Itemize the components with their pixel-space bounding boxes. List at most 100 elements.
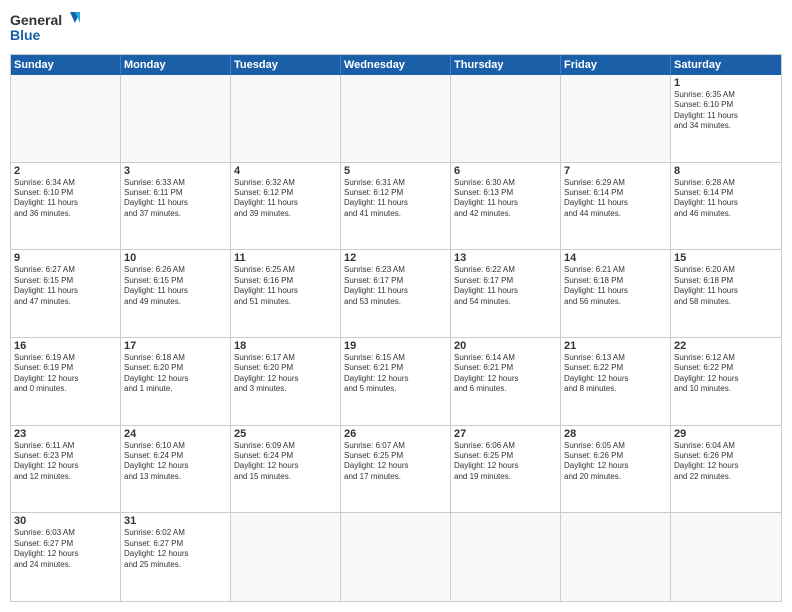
cal-cell: 28Sunrise: 6:05 AM Sunset: 6:26 PM Dayli…: [561, 426, 671, 513]
cal-cell: [231, 75, 341, 162]
day-number: 26: [344, 428, 447, 440]
cal-cell: 30Sunrise: 6:03 AM Sunset: 6:27 PM Dayli…: [11, 513, 121, 601]
cal-cell: 22Sunrise: 6:12 AM Sunset: 6:22 PM Dayli…: [671, 338, 781, 425]
day-info: Sunrise: 6:05 AM Sunset: 6:26 PM Dayligh…: [564, 441, 667, 483]
cal-cell: 12Sunrise: 6:23 AM Sunset: 6:17 PM Dayli…: [341, 250, 451, 337]
day-info: Sunrise: 6:31 AM Sunset: 6:12 PM Dayligh…: [344, 178, 447, 220]
cal-cell: [341, 513, 451, 601]
cal-cell: [451, 513, 561, 601]
day-number: 13: [454, 252, 557, 264]
cal-cell: 14Sunrise: 6:21 AM Sunset: 6:18 PM Dayli…: [561, 250, 671, 337]
cal-cell: 24Sunrise: 6:10 AM Sunset: 6:24 PM Dayli…: [121, 426, 231, 513]
day-number: 5: [344, 165, 447, 177]
day-number: 20: [454, 340, 557, 352]
day-number: 15: [674, 252, 778, 264]
cal-cell: [561, 513, 671, 601]
day-info: Sunrise: 6:21 AM Sunset: 6:18 PM Dayligh…: [564, 265, 667, 307]
cal-cell: 8Sunrise: 6:28 AM Sunset: 6:14 PM Daylig…: [671, 163, 781, 250]
cal-cell: 18Sunrise: 6:17 AM Sunset: 6:20 PM Dayli…: [231, 338, 341, 425]
cal-cell: 25Sunrise: 6:09 AM Sunset: 6:24 PM Dayli…: [231, 426, 341, 513]
cal-cell: 23Sunrise: 6:11 AM Sunset: 6:23 PM Dayli…: [11, 426, 121, 513]
cal-cell: [561, 75, 671, 162]
day-number: 19: [344, 340, 447, 352]
cal-cell: 15Sunrise: 6:20 AM Sunset: 6:18 PM Dayli…: [671, 250, 781, 337]
header: General Blue: [10, 10, 782, 48]
day-info: Sunrise: 6:06 AM Sunset: 6:25 PM Dayligh…: [454, 441, 557, 483]
weekday-header-monday: Monday: [121, 55, 231, 75]
cal-cell: 31Sunrise: 6:02 AM Sunset: 6:27 PM Dayli…: [121, 513, 231, 601]
day-number: 10: [124, 252, 227, 264]
day-number: 30: [14, 515, 117, 527]
day-info: Sunrise: 6:11 AM Sunset: 6:23 PM Dayligh…: [14, 441, 117, 483]
day-number: 7: [564, 165, 667, 177]
day-number: 31: [124, 515, 227, 527]
cal-cell: 7Sunrise: 6:29 AM Sunset: 6:14 PM Daylig…: [561, 163, 671, 250]
cal-cell: [671, 513, 781, 601]
logo: General Blue: [10, 10, 80, 48]
day-number: 21: [564, 340, 667, 352]
cal-cell: 21Sunrise: 6:13 AM Sunset: 6:22 PM Dayli…: [561, 338, 671, 425]
day-number: 29: [674, 428, 778, 440]
day-info: Sunrise: 6:17 AM Sunset: 6:20 PM Dayligh…: [234, 353, 337, 395]
day-number: 27: [454, 428, 557, 440]
svg-text:Blue: Blue: [10, 27, 41, 43]
day-number: 2: [14, 165, 117, 177]
day-info: Sunrise: 6:34 AM Sunset: 6:10 PM Dayligh…: [14, 178, 117, 220]
weekday-header-sunday: Sunday: [11, 55, 121, 75]
cal-cell: 3Sunrise: 6:33 AM Sunset: 6:11 PM Daylig…: [121, 163, 231, 250]
day-info: Sunrise: 6:30 AM Sunset: 6:13 PM Dayligh…: [454, 178, 557, 220]
weekday-header-thursday: Thursday: [451, 55, 561, 75]
day-number: 18: [234, 340, 337, 352]
svg-text:General: General: [10, 12, 62, 28]
cal-cell: 16Sunrise: 6:19 AM Sunset: 6:19 PM Dayli…: [11, 338, 121, 425]
day-info: Sunrise: 6:10 AM Sunset: 6:24 PM Dayligh…: [124, 441, 227, 483]
day-info: Sunrise: 6:09 AM Sunset: 6:24 PM Dayligh…: [234, 441, 337, 483]
day-number: 24: [124, 428, 227, 440]
weekday-header-tuesday: Tuesday: [231, 55, 341, 75]
weekday-header-wednesday: Wednesday: [341, 55, 451, 75]
day-info: Sunrise: 6:29 AM Sunset: 6:14 PM Dayligh…: [564, 178, 667, 220]
day-info: Sunrise: 6:13 AM Sunset: 6:22 PM Dayligh…: [564, 353, 667, 395]
day-number: 16: [14, 340, 117, 352]
cal-cell: [231, 513, 341, 601]
weekday-header-saturday: Saturday: [671, 55, 781, 75]
day-info: Sunrise: 6:14 AM Sunset: 6:21 PM Dayligh…: [454, 353, 557, 395]
cal-cell: 17Sunrise: 6:18 AM Sunset: 6:20 PM Dayli…: [121, 338, 231, 425]
cal-cell: 6Sunrise: 6:30 AM Sunset: 6:13 PM Daylig…: [451, 163, 561, 250]
cal-cell: 20Sunrise: 6:14 AM Sunset: 6:21 PM Dayli…: [451, 338, 561, 425]
calendar-header: SundayMondayTuesdayWednesdayThursdayFrid…: [11, 55, 781, 75]
cal-cell: [451, 75, 561, 162]
cal-cell: 19Sunrise: 6:15 AM Sunset: 6:21 PM Dayli…: [341, 338, 451, 425]
calendar-row-0: 1Sunrise: 6:35 AM Sunset: 6:10 PM Daylig…: [11, 75, 781, 163]
day-info: Sunrise: 6:07 AM Sunset: 6:25 PM Dayligh…: [344, 441, 447, 483]
cal-cell: 2Sunrise: 6:34 AM Sunset: 6:10 PM Daylig…: [11, 163, 121, 250]
day-number: 14: [564, 252, 667, 264]
day-info: Sunrise: 6:26 AM Sunset: 6:15 PM Dayligh…: [124, 265, 227, 307]
calendar-row-4: 23Sunrise: 6:11 AM Sunset: 6:23 PM Dayli…: [11, 426, 781, 514]
cal-cell: 4Sunrise: 6:32 AM Sunset: 6:12 PM Daylig…: [231, 163, 341, 250]
day-number: 1: [674, 77, 778, 89]
day-info: Sunrise: 6:04 AM Sunset: 6:26 PM Dayligh…: [674, 441, 778, 483]
day-info: Sunrise: 6:22 AM Sunset: 6:17 PM Dayligh…: [454, 265, 557, 307]
cal-cell: 1Sunrise: 6:35 AM Sunset: 6:10 PM Daylig…: [671, 75, 781, 162]
calendar-body: 1Sunrise: 6:35 AM Sunset: 6:10 PM Daylig…: [11, 75, 781, 601]
day-info: Sunrise: 6:19 AM Sunset: 6:19 PM Dayligh…: [14, 353, 117, 395]
day-info: Sunrise: 6:25 AM Sunset: 6:16 PM Dayligh…: [234, 265, 337, 307]
cal-cell: 29Sunrise: 6:04 AM Sunset: 6:26 PM Dayli…: [671, 426, 781, 513]
cal-cell: 10Sunrise: 6:26 AM Sunset: 6:15 PM Dayli…: [121, 250, 231, 337]
day-number: 12: [344, 252, 447, 264]
cal-cell: 11Sunrise: 6:25 AM Sunset: 6:16 PM Dayli…: [231, 250, 341, 337]
day-info: Sunrise: 6:28 AM Sunset: 6:14 PM Dayligh…: [674, 178, 778, 220]
cal-cell: 13Sunrise: 6:22 AM Sunset: 6:17 PM Dayli…: [451, 250, 561, 337]
day-info: Sunrise: 6:20 AM Sunset: 6:18 PM Dayligh…: [674, 265, 778, 307]
day-info: Sunrise: 6:12 AM Sunset: 6:22 PM Dayligh…: [674, 353, 778, 395]
day-info: Sunrise: 6:18 AM Sunset: 6:20 PM Dayligh…: [124, 353, 227, 395]
day-number: 9: [14, 252, 117, 264]
cal-cell: 26Sunrise: 6:07 AM Sunset: 6:25 PM Dayli…: [341, 426, 451, 513]
day-number: 6: [454, 165, 557, 177]
day-number: 8: [674, 165, 778, 177]
day-number: 4: [234, 165, 337, 177]
page: General Blue SundayMondayTuesdayWednesda…: [0, 0, 792, 612]
day-info: Sunrise: 6:27 AM Sunset: 6:15 PM Dayligh…: [14, 265, 117, 307]
generalblue-logo-icon: General Blue: [10, 10, 80, 48]
